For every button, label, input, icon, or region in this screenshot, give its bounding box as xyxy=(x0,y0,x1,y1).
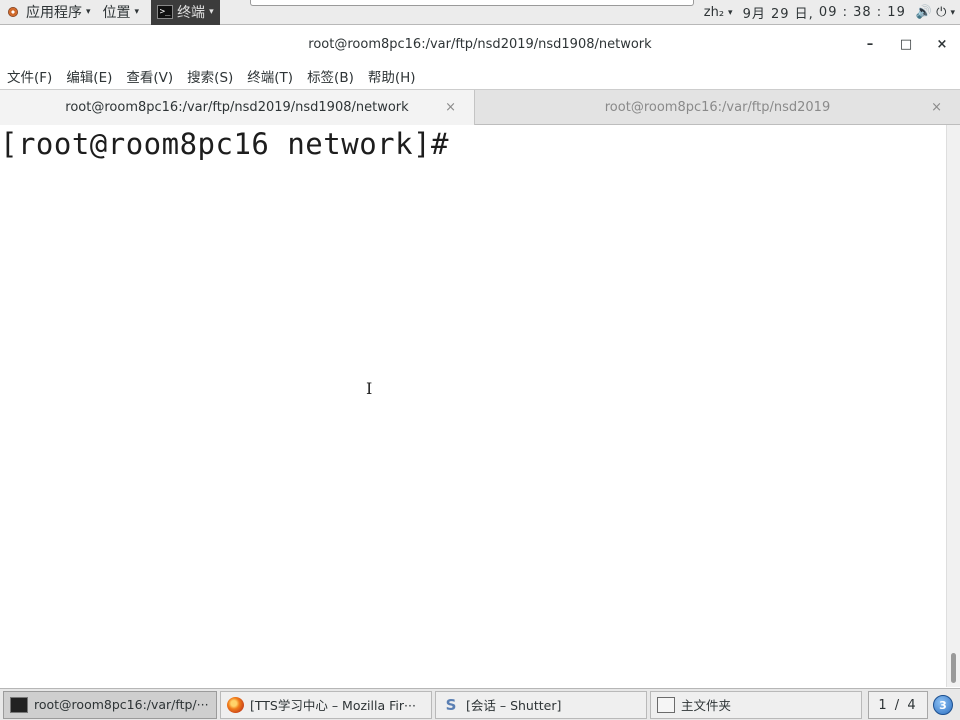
power-icon: ⏻ xyxy=(936,5,947,20)
chevron-down-icon: ▾ xyxy=(728,7,733,18)
task-label: root@room8pc16:/var/ftp/··· xyxy=(34,697,209,712)
task-label: 主文件夹 xyxy=(681,698,732,713)
chevron-down-icon: ▾ xyxy=(209,7,214,17)
shell-prompt: [root@room8pc16 network]# xyxy=(0,127,449,161)
status-area: zh₂ ▾ 9月 29 日, 09 : 38 : 19 🔊 ⏻ ▾ xyxy=(699,0,960,25)
menu-help[interactable]: 帮助(H) xyxy=(368,66,416,86)
task-home-folder[interactable]: 主文件夹 xyxy=(650,690,862,719)
window-controls: – □ × xyxy=(852,26,960,63)
terminal-tabs: root@room8pc16:/var/ftp/nsd2019/nsd1908/… xyxy=(0,89,960,125)
terminal-icon xyxy=(10,696,28,713)
activities-search-edge xyxy=(250,0,694,6)
places-menu[interactable]: 位置 ▾ xyxy=(97,0,146,25)
task-label: [会话 – Shutter] xyxy=(466,698,562,713)
task-terminal[interactable]: root@room8pc16:/var/ftp/··· xyxy=(3,690,217,719)
shutter-icon: S xyxy=(445,695,457,714)
terminal-scrollbar[interactable] xyxy=(946,125,960,687)
text-cursor-icon: I xyxy=(366,379,373,398)
close-icon[interactable]: × xyxy=(445,100,456,115)
clock[interactable]: 9月 29 日, 09 : 38 : 19 xyxy=(738,0,911,25)
chevron-down-icon: ▾ xyxy=(86,7,91,17)
input-method-label: zh₂ xyxy=(703,5,725,20)
top-panel: 应用程序 ▾ 位置 ▾ >_ 终端 ▾ zh₂ ▾ 9月 29 日, 09 : … xyxy=(0,0,960,25)
window-title-bar[interactable]: root@room8pc16:/var/ftp/nsd2019/nsd1908/… xyxy=(0,26,960,63)
chevron-down-icon: ▾ xyxy=(134,7,140,17)
minimize-button[interactable]: – xyxy=(852,37,888,52)
system-menu[interactable]: 🔊 ⏻ ▾ xyxy=(911,0,960,25)
scrollbar-thumb[interactable] xyxy=(951,653,956,683)
firefox-icon xyxy=(227,696,244,713)
tab-label: root@room8pc16:/var/ftp/nsd2019/nsd1908/… xyxy=(65,100,409,115)
maximize-button[interactable]: □ xyxy=(888,37,924,52)
task-shutter[interactable]: S [会话 – Shutter] xyxy=(435,690,647,719)
workspace-pager[interactable]: 1 / 4 xyxy=(868,691,928,719)
menu-terminal[interactable]: 终端(T) xyxy=(247,66,293,86)
volume-icon: 🔊 xyxy=(915,5,933,20)
tab-label: root@room8pc16:/var/ftp/nsd2019 xyxy=(604,100,831,115)
menu-edit[interactable]: 编辑(E) xyxy=(66,66,112,86)
terminal-icon: >_ xyxy=(157,5,174,19)
tab-nsd2019[interactable]: root@room8pc16:/var/ftp/nsd2019 × xyxy=(475,90,960,125)
clock-time: 09 : 38 : 19 xyxy=(818,5,906,20)
places-label: 位置 xyxy=(102,5,131,21)
task-label: [TTS学习中心 – Mozilla Fir··· xyxy=(250,698,416,713)
input-method-indicator[interactable]: zh₂ ▾ xyxy=(699,0,738,25)
menu-bar: 文件(F) 编辑(E) 查看(V) 搜索(S) 终端(T) 标签(B) 帮助(H… xyxy=(0,63,960,89)
window-list: root@room8pc16:/var/ftp/··· [TTS学习中心 – M… xyxy=(0,688,960,720)
menu-file[interactable]: 文件(F) xyxy=(7,66,52,86)
clock-date: 9月 29 日, xyxy=(742,7,814,22)
task-firefox[interactable]: [TTS学习中心 – Mozilla Fir··· xyxy=(220,690,432,719)
folder-icon xyxy=(657,696,675,713)
menu-view[interactable]: 查看(V) xyxy=(126,66,173,86)
active-app-label: 终端 xyxy=(177,5,206,21)
notification-badge[interactable]: 3 xyxy=(933,695,953,715)
window-title: root@room8pc16:/var/ftp/nsd2019/nsd1908/… xyxy=(308,37,652,52)
applications-icon xyxy=(6,5,20,19)
active-app-menu[interactable]: >_ 终端 ▾ xyxy=(151,0,220,25)
terminal-output[interactable]: [root@room8pc16 network]# I xyxy=(0,125,946,687)
applications-menu[interactable]: 应用程序 ▾ xyxy=(0,0,97,25)
menu-tabs[interactable]: 标签(B) xyxy=(307,66,354,86)
close-button[interactable]: × xyxy=(924,37,960,52)
menu-search[interactable]: 搜索(S) xyxy=(187,66,233,86)
applications-label: 应用程序 xyxy=(26,5,82,21)
close-icon[interactable]: × xyxy=(931,100,942,115)
tab-network[interactable]: root@room8pc16:/var/ftp/nsd2019/nsd1908/… xyxy=(0,90,475,125)
chevron-down-icon: ▾ xyxy=(950,7,955,18)
